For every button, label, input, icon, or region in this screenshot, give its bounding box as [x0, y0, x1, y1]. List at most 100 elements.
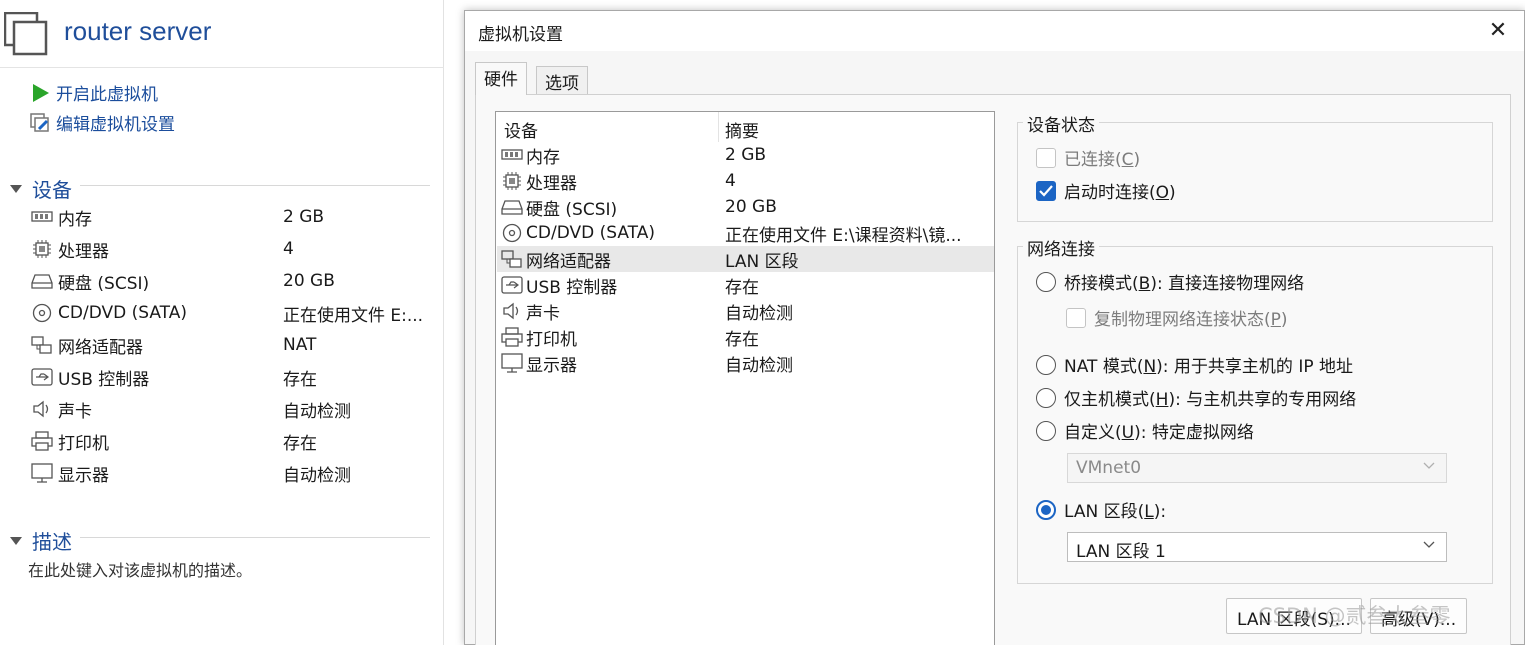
device-row-display[interactable]: 显示器 自动检测 [30, 458, 430, 488]
harddisk-icon [500, 197, 524, 217]
device-row-cpu[interactable]: 处理器 4 [30, 234, 430, 264]
list-device-name: USB 控制器 [526, 277, 618, 298]
radio-circle [1036, 354, 1056, 375]
device-name: 显示器 [58, 465, 109, 486]
host-only-label: 仅主机模式(H): 与主机共享的专用网络 [1064, 390, 1357, 410]
display-icon [30, 463, 54, 483]
memory-icon [30, 207, 54, 227]
list-device-name: 打印机 [526, 329, 577, 350]
device-status-label: 设备状态 [1023, 111, 1099, 136]
list-device-name: 处理器 [526, 173, 577, 194]
chevron-down-icon [1423, 462, 1435, 469]
custom-radio[interactable]: 自定义(U): 特定虚拟网络 [1036, 418, 1254, 443]
checkbox-box [1066, 307, 1086, 328]
list-row-usb[interactable]: USB 控制器 存在 [497, 272, 994, 298]
connected-checkbox[interactable]: 已连接(C) [1036, 145, 1140, 170]
vm-settings-dialog: 虚拟机设置 ✕ 硬件 选项 设备 摘要 内存 2 GB 处理器 4 硬盘 (SC… [464, 10, 1525, 645]
replicate-state-label: 复制物理网络连接状态(P) [1094, 310, 1288, 330]
bridged-label: 桥接模式(B): 直接连接物理网络 [1064, 274, 1305, 294]
column-header-summary[interactable]: 摘要 [725, 117, 759, 142]
edit-settings-icon [30, 112, 49, 132]
list-row-cpu[interactable]: 处理器 4 [497, 168, 994, 194]
vm-header: router server [0, 0, 444, 68]
connect-at-power-on-checkbox[interactable]: 启动时连接(O) [1036, 178, 1176, 203]
lan-segment-select[interactable]: LAN 区段 1 [1067, 532, 1447, 562]
device-status-group [1017, 122, 1493, 222]
list-device-name: 声卡 [526, 303, 560, 324]
edit-settings-label: 编辑虚拟机设置 [56, 115, 175, 135]
nat-radio[interactable]: NAT 模式(N): 用于共享主机的 IP 地址 [1036, 352, 1353, 377]
vm-logo-icon [4, 12, 48, 56]
printer-icon [30, 431, 54, 451]
cpu-icon [500, 171, 524, 191]
device-name: 声卡 [58, 401, 92, 422]
display-icon [500, 353, 524, 373]
description-heading: 描述 [32, 530, 72, 554]
lan-segment-label: LAN 区段(L): [1064, 502, 1167, 522]
host-only-radio[interactable]: 仅主机模式(H): 与主机共享的专用网络 [1036, 385, 1356, 410]
replicate-state-checkbox[interactable]: 复制物理网络连接状态(P) [1066, 305, 1288, 330]
list-device-summary: 20 GB [725, 197, 777, 217]
list-row-cddvd[interactable]: CD/DVD (SATA) 正在使用文件 E:\课程资料\镜... [497, 220, 994, 246]
list-row-network-selected[interactable]: 网络适配器 LAN 区段 [497, 246, 994, 272]
dialog-titlebar: 虚拟机设置 ✕ [465, 11, 1524, 51]
device-row-cddvd[interactable]: CD/DVD (SATA) 正在使用文件 E:... [30, 298, 430, 328]
network-adapter-icon [500, 249, 524, 269]
description-field[interactable]: 在此处键入对该虚拟机的描述。 [28, 557, 252, 581]
nat-label: NAT 模式(N): 用于共享主机的 IP 地址 [1064, 357, 1354, 377]
list-row-printer[interactable]: 打印机 存在 [497, 324, 994, 350]
radio-circle-selected [1036, 499, 1056, 520]
check-icon [1036, 180, 1056, 201]
list-row-display[interactable]: 显示器 自动检测 [497, 350, 994, 376]
device-row-harddisk[interactable]: 硬盘 (SCSI) 20 GB [30, 266, 430, 296]
list-device-summary: LAN 区段 [725, 251, 799, 272]
connect-at-power-on-label: 启动时连接(O) [1064, 183, 1176, 203]
column-header-device[interactable]: 设备 [504, 117, 538, 142]
list-device-summary: 存在 [725, 277, 759, 298]
network-adapter-icon [30, 335, 54, 355]
cpu-icon [30, 239, 54, 259]
network-connection-label: 网络连接 [1023, 235, 1099, 260]
device-name: 打印机 [58, 433, 109, 454]
device-row-sound[interactable]: 声卡 自动检测 [30, 394, 430, 424]
vm-summary-pane: router server 开启此虚拟机 编辑虚拟机设置 设备 内存 2 GB … [0, 0, 444, 645]
radio-circle [1036, 420, 1056, 441]
close-icon[interactable]: ✕ [1484, 17, 1512, 45]
section-divider [80, 185, 430, 186]
radio-circle [1036, 271, 1056, 292]
device-name: 硬盘 (SCSI) [58, 273, 150, 294]
tab-options[interactable]: 选项 [536, 66, 588, 94]
edit-vm-settings-link[interactable]: 编辑虚拟机设置 [30, 110, 175, 135]
checkbox-box [1036, 147, 1056, 168]
cd-icon [30, 303, 54, 323]
device-row-memory[interactable]: 内存 2 GB [30, 202, 430, 232]
bridged-radio[interactable]: 桥接模式(B): 直接连接物理网络 [1036, 269, 1304, 294]
device-list: 设备 摘要 内存 2 GB 处理器 4 硬盘 (SCSI) 20 GB CD/D… [495, 111, 995, 645]
list-device-summary: 4 [725, 171, 736, 191]
radio-circle [1036, 387, 1056, 408]
column-separator [718, 112, 719, 142]
device-value: 20 GB [283, 271, 335, 291]
device-name: 内存 [58, 209, 92, 230]
device-name: 网络适配器 [58, 337, 143, 358]
tab-hardware[interactable]: 硬件 [475, 62, 527, 95]
device-row-usb[interactable]: USB 控制器 存在 [30, 362, 430, 392]
device-value: 2 GB [283, 207, 325, 227]
vmnet-select[interactable]: VMnet0 [1067, 453, 1447, 483]
list-row-harddisk[interactable]: 硬盘 (SCSI) 20 GB [497, 194, 994, 220]
power-on-vm-link[interactable]: 开启此虚拟机 [30, 80, 158, 105]
sound-icon [30, 399, 54, 419]
list-row-memory[interactable]: 内存 2 GB [497, 142, 994, 168]
description-section-toggle[interactable]: 描述 [10, 526, 72, 555]
devices-heading: 设备 [32, 178, 72, 202]
device-name: USB 控制器 [58, 369, 150, 390]
power-on-label: 开启此虚拟机 [56, 85, 158, 105]
vm-title: router server [64, 16, 212, 46]
section-divider [80, 537, 430, 538]
devices-section-toggle[interactable]: 设备 [10, 174, 72, 203]
device-row-printer[interactable]: 打印机 存在 [30, 426, 430, 456]
list-row-sound[interactable]: 声卡 自动检测 [497, 298, 994, 324]
lan-segment-radio[interactable]: LAN 区段(L): [1036, 497, 1166, 522]
cd-icon [500, 223, 524, 243]
device-row-network[interactable]: 网络适配器 NAT [30, 330, 430, 360]
